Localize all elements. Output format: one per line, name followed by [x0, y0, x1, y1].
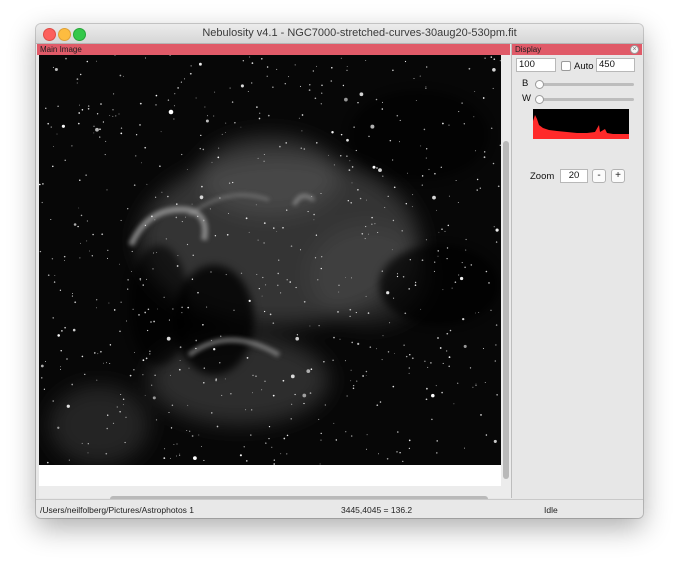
main-image-canvas[interactable]: [39, 55, 501, 465]
black-point-slider[interactable]: [537, 83, 634, 86]
status-bar: /Users/neilfolberg/Pictures/Astrophotos …: [36, 499, 643, 518]
histogram-graph: [533, 115, 629, 139]
vertical-scroll-thumb[interactable]: [503, 141, 509, 479]
low-level-input[interactable]: 100: [516, 58, 556, 72]
histogram: [533, 109, 629, 139]
display-panel-header: Display ×: [512, 44, 642, 55]
high-level-input[interactable]: 450: [596, 58, 635, 72]
status-coordinates: 3445,4045 = 136.2: [341, 505, 413, 515]
histogram-curve: [533, 115, 629, 139]
zoom-window-button[interactable]: [73, 28, 86, 41]
title-bar[interactable]: Nebulosity v4.1 - NGC7000-stretched-curv…: [36, 24, 643, 44]
main-image-header: Main Image: [37, 44, 510, 55]
close-panel-icon[interactable]: ×: [630, 45, 639, 54]
zoom-label: Zoom: [530, 171, 555, 182]
black-point-label: B: [522, 78, 529, 89]
white-point-slider-knob[interactable]: [535, 95, 544, 104]
black-point-slider-knob[interactable]: [535, 80, 544, 89]
status-path: /Users/neilfolberg/Pictures/Astrophotos …: [40, 505, 195, 515]
minimize-window-button[interactable]: [58, 28, 71, 41]
auto-checkbox[interactable]: [561, 61, 571, 71]
close-window-button[interactable]: [43, 28, 56, 41]
display-panel: 100 Auto 450 B W Zoom 20 - +: [512, 55, 642, 498]
zoom-out-button[interactable]: -: [592, 169, 606, 183]
zoom-in-button[interactable]: +: [611, 169, 625, 183]
white-point-label: W: [522, 93, 531, 104]
image-margin: [39, 465, 501, 486]
status-state: Idle: [544, 505, 558, 515]
white-point-slider[interactable]: [537, 98, 634, 101]
app-window: Nebulosity v4.1 - NGC7000-stretched-curv…: [36, 24, 643, 518]
auto-label: Auto: [574, 61, 594, 72]
window-title: Nebulosity v4.1 - NGC7000-stretched-curv…: [202, 27, 517, 39]
display-panel-title: Display: [515, 45, 542, 54]
nebula-image: [39, 55, 501, 465]
zoom-input[interactable]: 20: [560, 169, 588, 183]
